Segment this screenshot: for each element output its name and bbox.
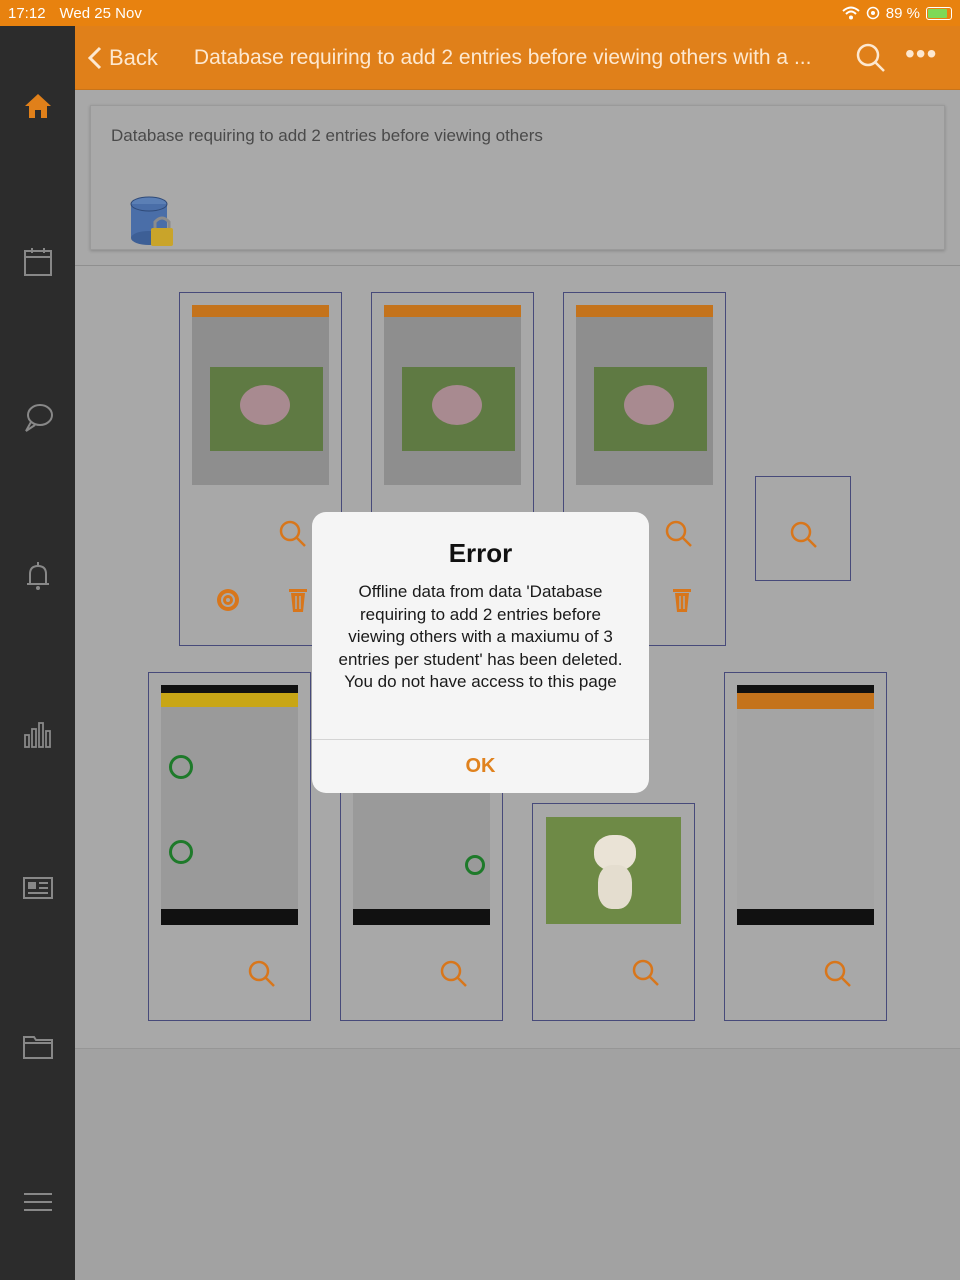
sidebar-item-home[interactable] (0, 76, 75, 136)
zoom-icon[interactable] (439, 959, 469, 989)
entry-card[interactable] (532, 803, 695, 1021)
wifi-icon (842, 6, 860, 20)
sidebar-item-calendar[interactable] (0, 232, 75, 292)
back-label: Back (109, 44, 158, 70)
chevron-left-icon (87, 46, 102, 69)
entry-thumbnail (737, 685, 874, 925)
ok-label: OK (465, 755, 496, 777)
menu-icon (23, 1193, 52, 1211)
empty-area (75, 1048, 960, 1280)
sidebar (0, 26, 75, 1280)
bar-chart-icon (23, 722, 51, 748)
status-bar: 17:12 Wed 25 Nov 89 % (0, 0, 960, 26)
status-right: 89 % (842, 5, 952, 22)
error-dialog: Error Offline data from data 'Database r… (312, 512, 649, 793)
sidebar-item-grades[interactable] (0, 704, 75, 764)
back-button[interactable]: Back (85, 45, 158, 71)
entry-thumbnail (192, 305, 329, 485)
entry-thumbnail (384, 305, 521, 485)
zoom-icon[interactable] (247, 959, 277, 989)
bell-icon (26, 562, 49, 590)
sidebar-item-news[interactable] (0, 858, 75, 918)
more-options-icon[interactable]: ••• (905, 40, 937, 68)
sidebar-item-more[interactable] (0, 1172, 75, 1232)
calendar-icon (23, 248, 52, 276)
folder-icon (22, 1036, 53, 1059)
entry-thumbnail (576, 305, 713, 485)
sidebar-item-messages[interactable] (0, 388, 75, 448)
zoom-icon[interactable] (789, 520, 819, 550)
newspaper-icon (22, 877, 53, 899)
intro-card: Database requiring to add 2 entries befo… (90, 105, 945, 250)
database-lock-icon (130, 196, 173, 246)
location-icon (866, 6, 880, 20)
home-icon (24, 94, 51, 118)
section-divider (75, 265, 960, 266)
page-title: Database requiring to add 2 entries befo… (193, 45, 812, 69)
entry-thumbnail (161, 685, 298, 925)
zoom-icon[interactable] (664, 519, 694, 549)
intro-title: Database requiring to add 2 entries befo… (111, 126, 543, 145)
search-icon[interactable] (855, 42, 887, 74)
sidebar-item-files[interactable] (0, 1016, 75, 1076)
entry-card[interactable] (755, 476, 851, 581)
entry-card[interactable] (148, 672, 311, 1021)
header-bar: Back Database requiring to add 2 entries… (75, 26, 960, 90)
battery-charging-icon (926, 6, 952, 20)
zoom-icon[interactable] (278, 519, 308, 549)
status-date: Wed 25 Nov (59, 4, 142, 22)
trash-icon[interactable] (283, 585, 313, 615)
status-time: 17:12 (8, 4, 46, 22)
trash-icon[interactable] (667, 585, 697, 615)
entry-thumbnail (546, 817, 681, 924)
ok-button[interactable]: OK (312, 739, 649, 793)
chat-icon (24, 404, 53, 432)
zoom-icon[interactable] (631, 958, 661, 988)
dialog-message: Offline data from data 'Database requiri… (338, 582, 623, 691)
zoom-icon[interactable] (823, 959, 853, 989)
battery-percent: 89 % (885, 4, 920, 22)
entry-card[interactable] (724, 672, 887, 1021)
sidebar-item-notifications[interactable] (0, 546, 75, 606)
settings-icon[interactable] (213, 585, 243, 615)
dialog-title: Error (448, 538, 513, 568)
